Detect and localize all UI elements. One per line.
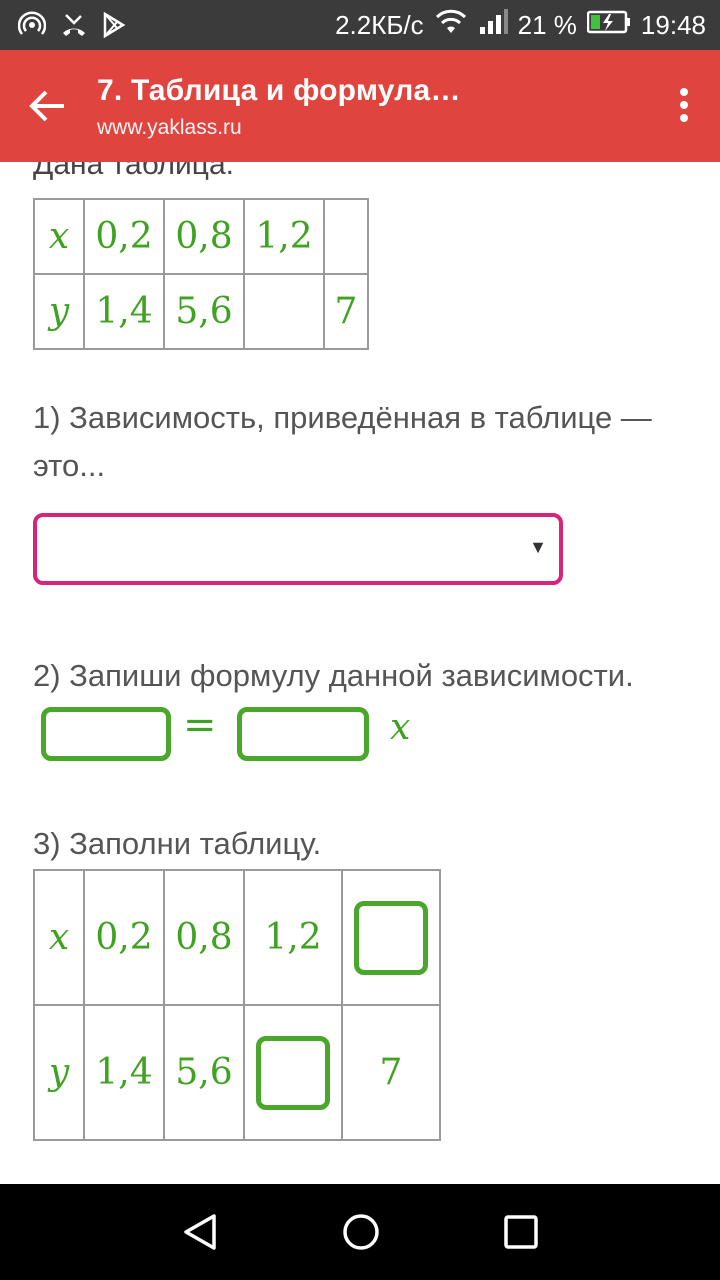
table-cell: 1,4 [83, 273, 165, 350]
table-row: y 1,4 5,6 7 [33, 273, 369, 350]
formula-left-input[interactable] [41, 707, 171, 761]
table-cell: y [33, 273, 85, 350]
given-table: x 0,2 0,8 1,2 y 1,4 5,6 7 [33, 198, 369, 350]
x-value-input[interactable] [354, 900, 428, 975]
hotspot-icon [17, 11, 47, 44]
question-1: 1) Зависимость, приведённая в таблице — … [33, 400, 652, 483]
page-content: Дана таблица. x 0,2 0,8 1,2 y 1,4 5,6 7 … [0, 162, 720, 1184]
question-3: 3) Заполни таблицу. [33, 826, 322, 861]
signal-icon [478, 8, 508, 42]
wifi-icon [434, 9, 468, 42]
dependency-type-select[interactable]: ▼ [33, 513, 563, 585]
formula-variable: x [390, 707, 411, 748]
table-cell: 7 [323, 273, 369, 350]
missed-call-icon [60, 11, 88, 44]
question-2: 2) Запиши формулу данной зависимости. [33, 658, 634, 693]
play-store-icon [102, 11, 126, 44]
clock: 19:48 [640, 9, 706, 40]
notification-icons [17, 11, 126, 44]
back-arrow-icon [29, 90, 64, 122]
table-cell: x [33, 869, 85, 1006]
intro-text: Дана таблица. [33, 162, 234, 181]
table-row: x 0,2 0,8 1,2 [33, 198, 369, 275]
page-url: www.yaklass.ru [97, 116, 242, 139]
more-menu-button[interactable] [678, 88, 690, 128]
table-cell: 0,2 [83, 869, 165, 1006]
table-cell: 0,2 [83, 198, 165, 275]
table-row: y 1,4 5,6 7 [33, 1004, 441, 1141]
nav-recents-button[interactable] [501, 1212, 541, 1252]
table-cell: 1,2 [243, 869, 343, 1006]
dropdown-arrow-icon: ▼ [529, 537, 547, 557]
table-cell: 0,8 [163, 869, 245, 1006]
table-cell: 1,4 [83, 1004, 165, 1141]
page-title: 7. Таблица и формула… [97, 74, 461, 107]
table-cell: 1,2 [243, 198, 325, 275]
fill-table: x 0,2 0,8 1,2 y 1,4 5,6 7 [33, 869, 441, 1141]
table-cell [243, 273, 325, 350]
table-cell [323, 198, 369, 275]
nav-back-icon [184, 1214, 216, 1250]
nav-home-button[interactable] [341, 1212, 381, 1252]
nav-home-icon [343, 1214, 379, 1250]
table-cell: 5,6 [163, 1004, 245, 1141]
table-cell: y [33, 1004, 85, 1141]
status-bar: 2.2КБ/с 21 % 19:48 [0, 0, 720, 50]
formula-coefficient-input[interactable] [237, 707, 369, 761]
battery-percent: 21 % [517, 9, 577, 40]
more-vert-icon [678, 88, 690, 122]
network-speed: 2.2КБ/с [335, 9, 424, 40]
table-row: x 0,2 0,8 1,2 [33, 869, 441, 1006]
table-cell: 0,8 [163, 198, 245, 275]
battery-charging-icon [586, 10, 631, 41]
table-cell-input [341, 869, 441, 1006]
nav-back-button[interactable] [180, 1212, 220, 1252]
nav-recents-icon [504, 1215, 538, 1249]
equals-sign: = [183, 702, 217, 748]
table-cell: 5,6 [163, 273, 245, 350]
table-cell: 7 [341, 1004, 441, 1141]
y-value-input[interactable] [256, 1035, 330, 1110]
table-cell-input [243, 1004, 343, 1141]
navigation-bar [0, 1184, 720, 1280]
back-button[interactable] [28, 86, 68, 126]
table-cell: x [33, 198, 85, 275]
app-bar: 7. Таблица и формула… www.yaklass.ru [0, 50, 720, 162]
